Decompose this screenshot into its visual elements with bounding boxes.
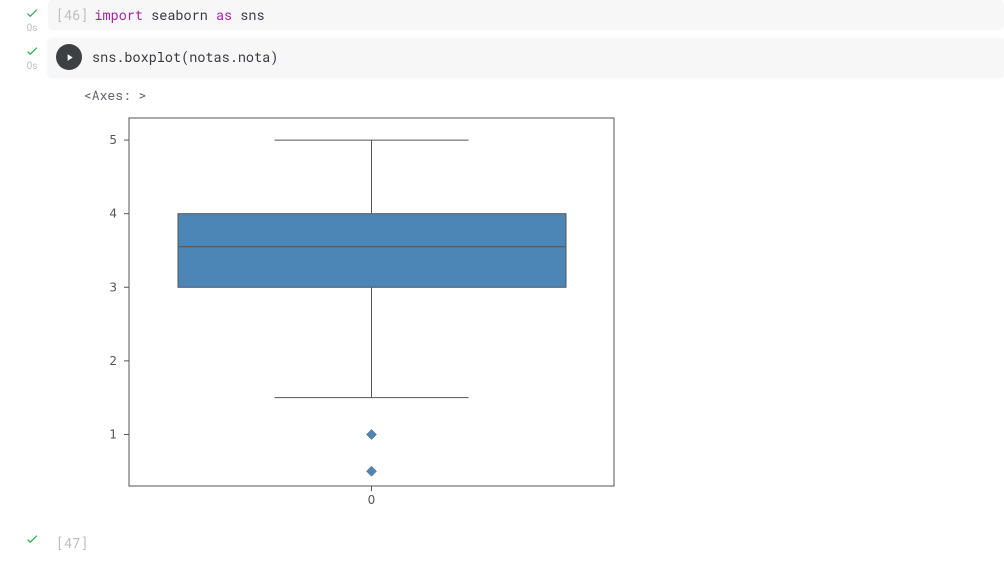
check-icon (25, 44, 39, 62)
code-cell-active: 0s sns.boxplot(notas.nota) <Axes: > 1 2 … (48, 38, 1004, 520)
exec-time: 0s (27, 61, 38, 72)
exec-count: [46] (56, 6, 88, 24)
box (178, 214, 566, 288)
kw-as: as (216, 6, 232, 24)
code-input[interactable]: [46] import seaborn as sns (48, 0, 1004, 30)
ytick-5: 5 (109, 133, 117, 147)
code-text: sns.boxplot(notas.nota) (92, 48, 278, 66)
ytick-3: 3 (109, 280, 117, 294)
output-area: <Axes: > 1 2 3 4 5 0 (48, 76, 1004, 520)
cell-gutter (20, 532, 44, 550)
run-button[interactable] (56, 44, 82, 70)
outliers (367, 429, 377, 476)
exec-count: [47] (48, 528, 1004, 558)
code-input[interactable]: sns.boxplot(notas.nota) (48, 38, 1004, 76)
code-cell: 0s [46] import seaborn as sns (48, 0, 1004, 30)
ytick-2: 2 (109, 354, 117, 368)
check-icon (25, 532, 39, 550)
cell-gutter: 0s (20, 44, 44, 72)
boxplot-chart: 1 2 3 4 5 0 (84, 110, 620, 510)
output-repr: <Axes: > (84, 86, 1004, 104)
module-name: seaborn (151, 6, 208, 24)
y-axis: 1 2 3 4 5 (109, 133, 129, 441)
kw-import: import (94, 6, 143, 24)
ytick-4: 4 (109, 207, 117, 221)
xtick-0: 0 (368, 493, 376, 507)
ytick-1: 1 (109, 427, 117, 441)
cell-gutter: 0s (20, 6, 44, 34)
check-icon (25, 6, 39, 24)
x-axis: 0 (368, 486, 376, 507)
exec-time: 0s (27, 23, 38, 34)
alias-name: sns (240, 6, 264, 24)
code-cell-next: [47] (48, 528, 1004, 558)
